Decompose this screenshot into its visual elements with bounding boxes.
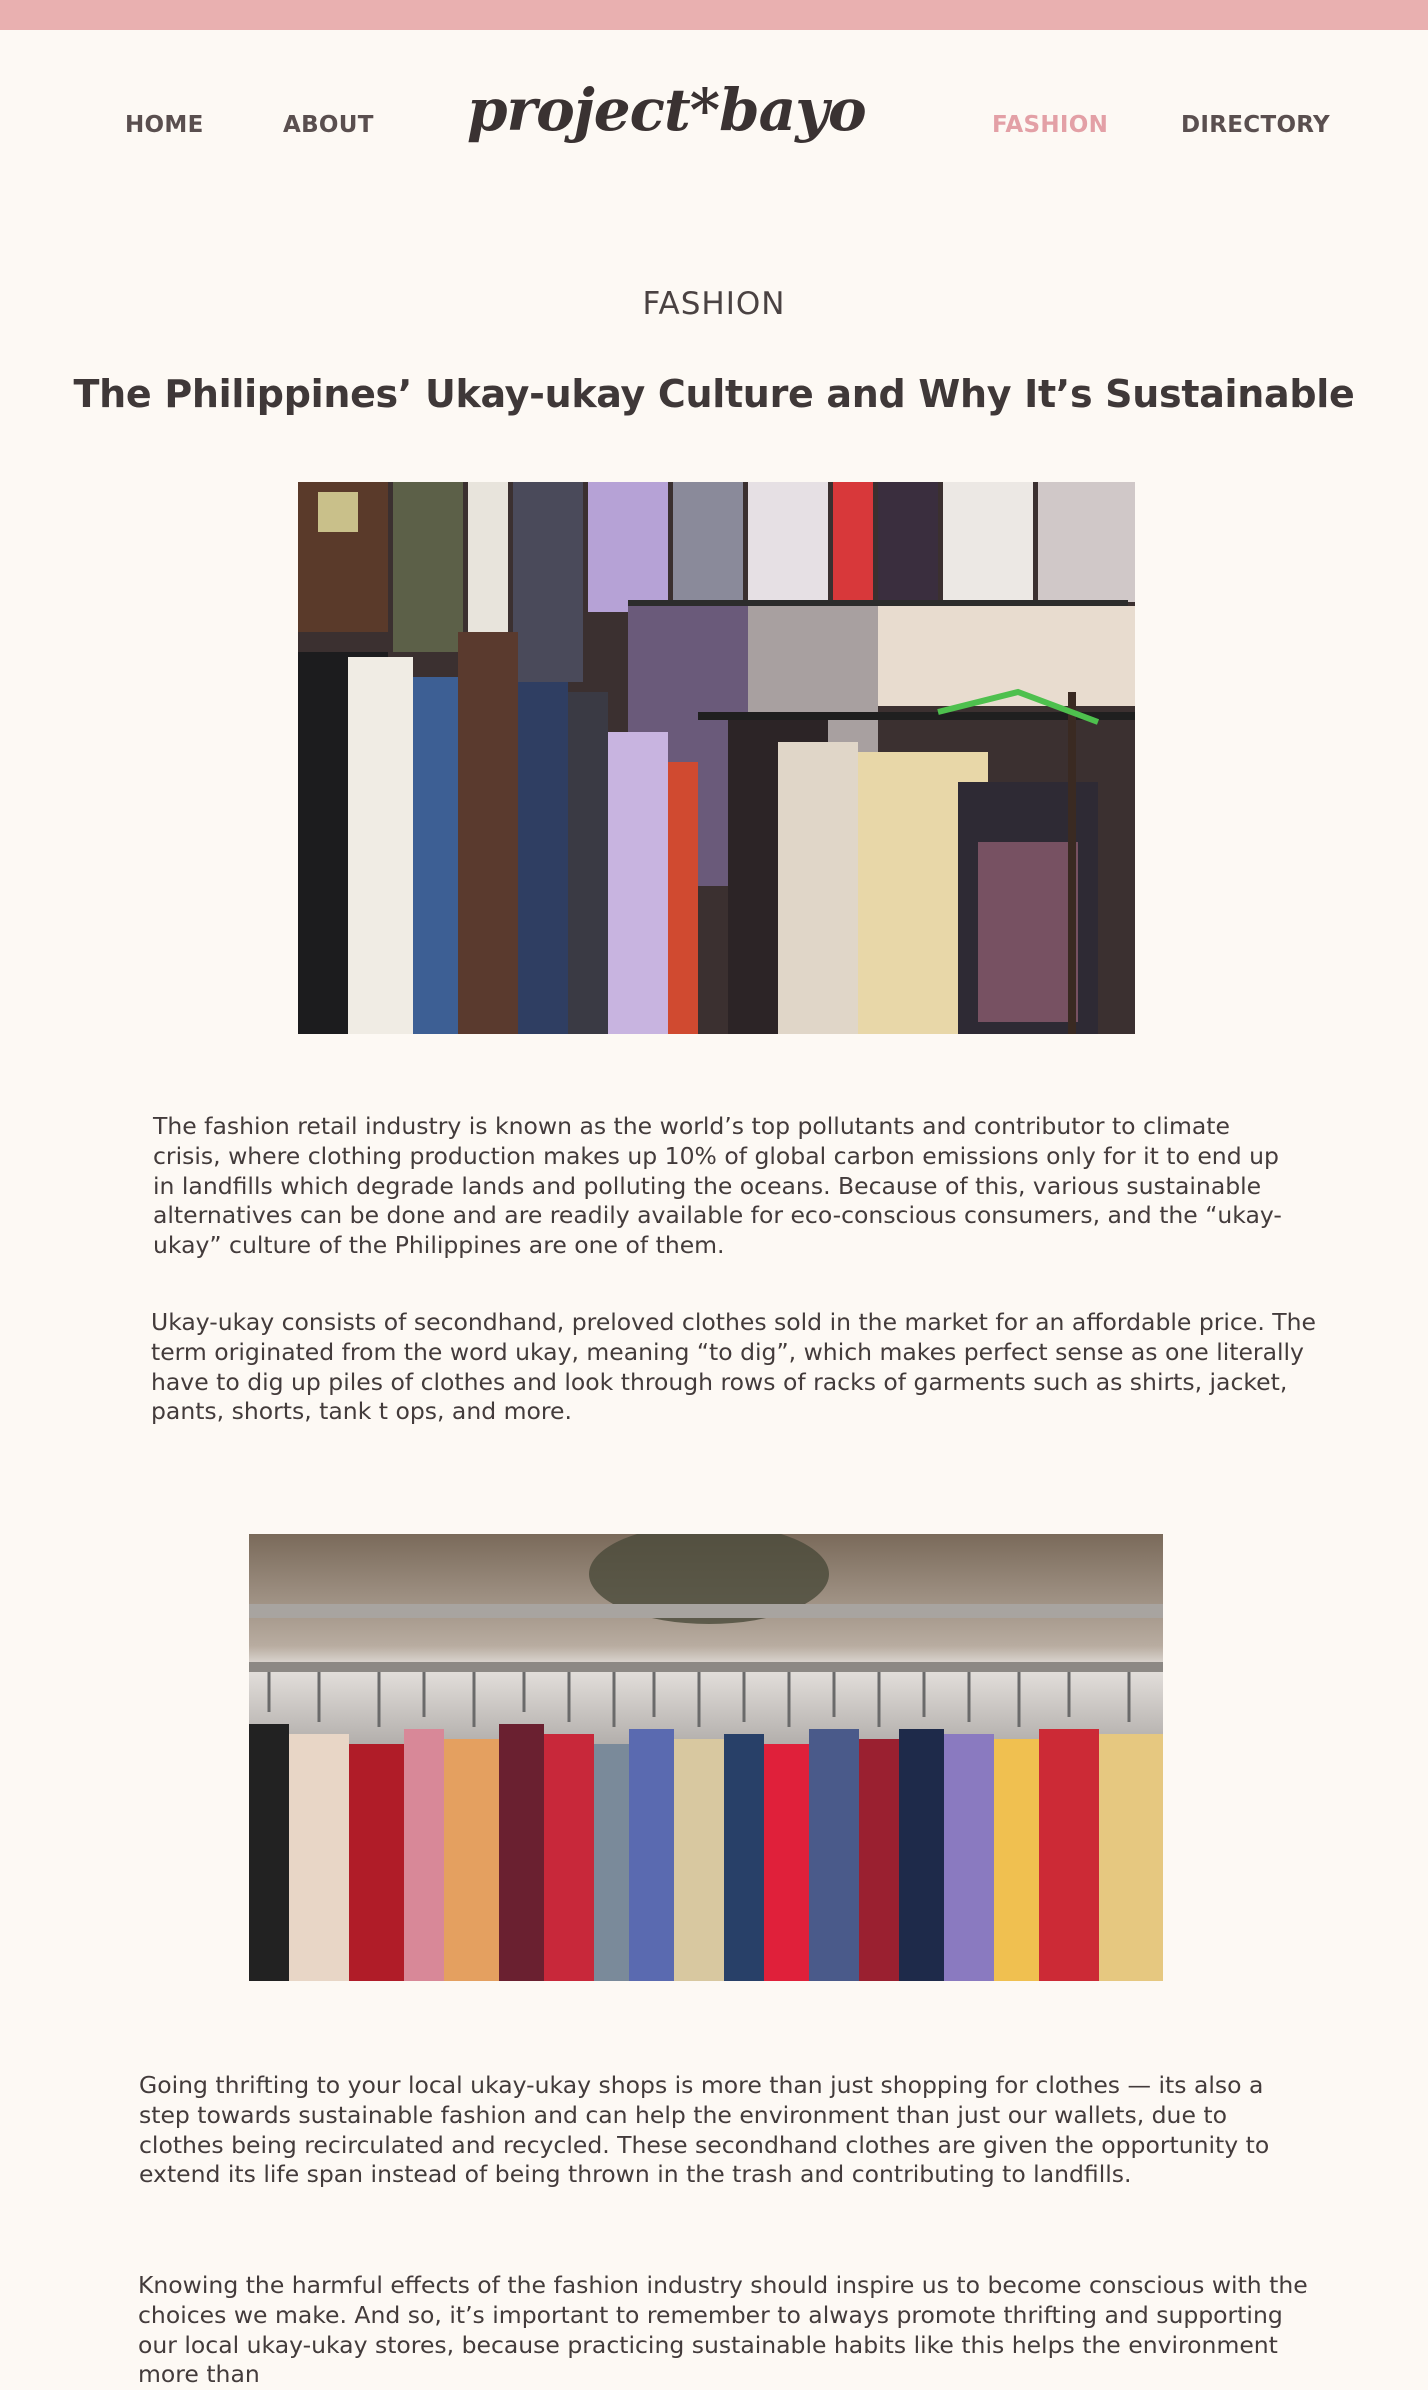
- nav-about-link[interactable]: ABOUT: [283, 112, 374, 138]
- nav-home-link[interactable]: HOME: [125, 112, 204, 138]
- main-nav: HOME ABOUT project*bayo FASHION DIRECTOR…: [0, 0, 1428, 200]
- article-paragraph-3: Going thrifting to your local ukay-ukay …: [139, 2071, 1270, 2189]
- article-title: The Philippines’ Ukay-ukay Culture and W…: [73, 372, 1355, 416]
- nav-directory-link[interactable]: DIRECTORY: [1181, 112, 1330, 138]
- article-paragraph-2: Ukay-ukay consists of secondhand, prelov…: [151, 1308, 1316, 1426]
- section-label: FASHION: [642, 286, 786, 322]
- thrift-store-racks-image: [298, 482, 1135, 1034]
- article-paragraph-4: Knowing the harmful effects of the fashi…: [138, 2271, 1308, 2389]
- colorful-clothes-rack-image: [249, 1534, 1163, 1981]
- nav-fashion-link[interactable]: FASHION: [992, 112, 1108, 138]
- article-paragraph-1: The fashion retail industry is known as …: [153, 1112, 1282, 1260]
- logo-text: project*bayo: [467, 78, 866, 144]
- project-bayo-logo[interactable]: project*bayo: [465, 78, 925, 158]
